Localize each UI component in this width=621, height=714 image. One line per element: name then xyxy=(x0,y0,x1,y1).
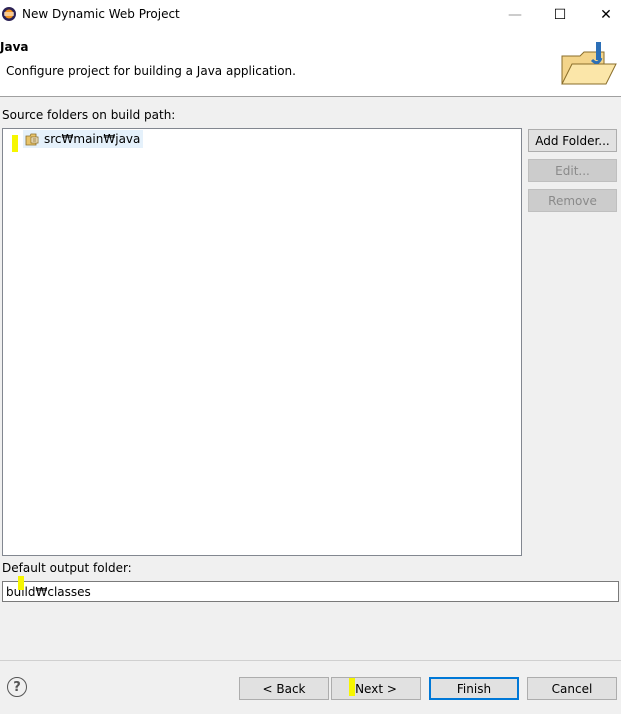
close-button[interactable]: ✕ xyxy=(583,0,621,30)
tree-item-src-main-java[interactable]: src₩main₩java xyxy=(23,130,144,148)
maximize-button[interactable]: ☐ xyxy=(537,0,583,30)
add-folder-button[interactable]: Add Folder... xyxy=(528,129,617,152)
window-title: New Dynamic Web Project xyxy=(22,7,180,21)
tree-item-label: src₩main₩java xyxy=(44,132,141,146)
highlight-marker xyxy=(18,576,24,590)
eclipse-app-icon xyxy=(2,7,16,21)
edit-button[interactable]: Edit... xyxy=(528,159,617,182)
help-icon[interactable]: ? xyxy=(7,677,27,697)
highlight-marker xyxy=(12,135,18,152)
highlight-marker xyxy=(349,678,355,696)
cancel-button[interactable]: Cancel xyxy=(527,677,617,700)
back-button[interactable]: < Back xyxy=(239,677,329,700)
page-title: Java xyxy=(0,40,29,54)
source-folders-tree[interactable]: src₩main₩java xyxy=(2,128,522,556)
finish-button[interactable]: Finish xyxy=(429,677,519,700)
title-bar: New Dynamic Web Project — ☐ ✕ xyxy=(0,0,621,30)
source-folders-label: Source folders on build path: xyxy=(2,108,176,122)
page-description: Configure project for building a Java ap… xyxy=(6,64,296,78)
output-folder-input[interactable]: build₩classes xyxy=(2,581,619,602)
next-button[interactable]: Next > xyxy=(331,677,421,700)
minimize-button[interactable]: — xyxy=(492,0,538,30)
java-folder-wizard-icon xyxy=(561,42,617,85)
output-folder-label: Default output folder: xyxy=(2,561,132,575)
wizard-header: Java Configure project for building a Ja… xyxy=(0,30,621,97)
remove-button[interactable]: Remove xyxy=(528,189,617,212)
footer-separator xyxy=(0,660,621,661)
source-folder-icon xyxy=(25,133,39,145)
